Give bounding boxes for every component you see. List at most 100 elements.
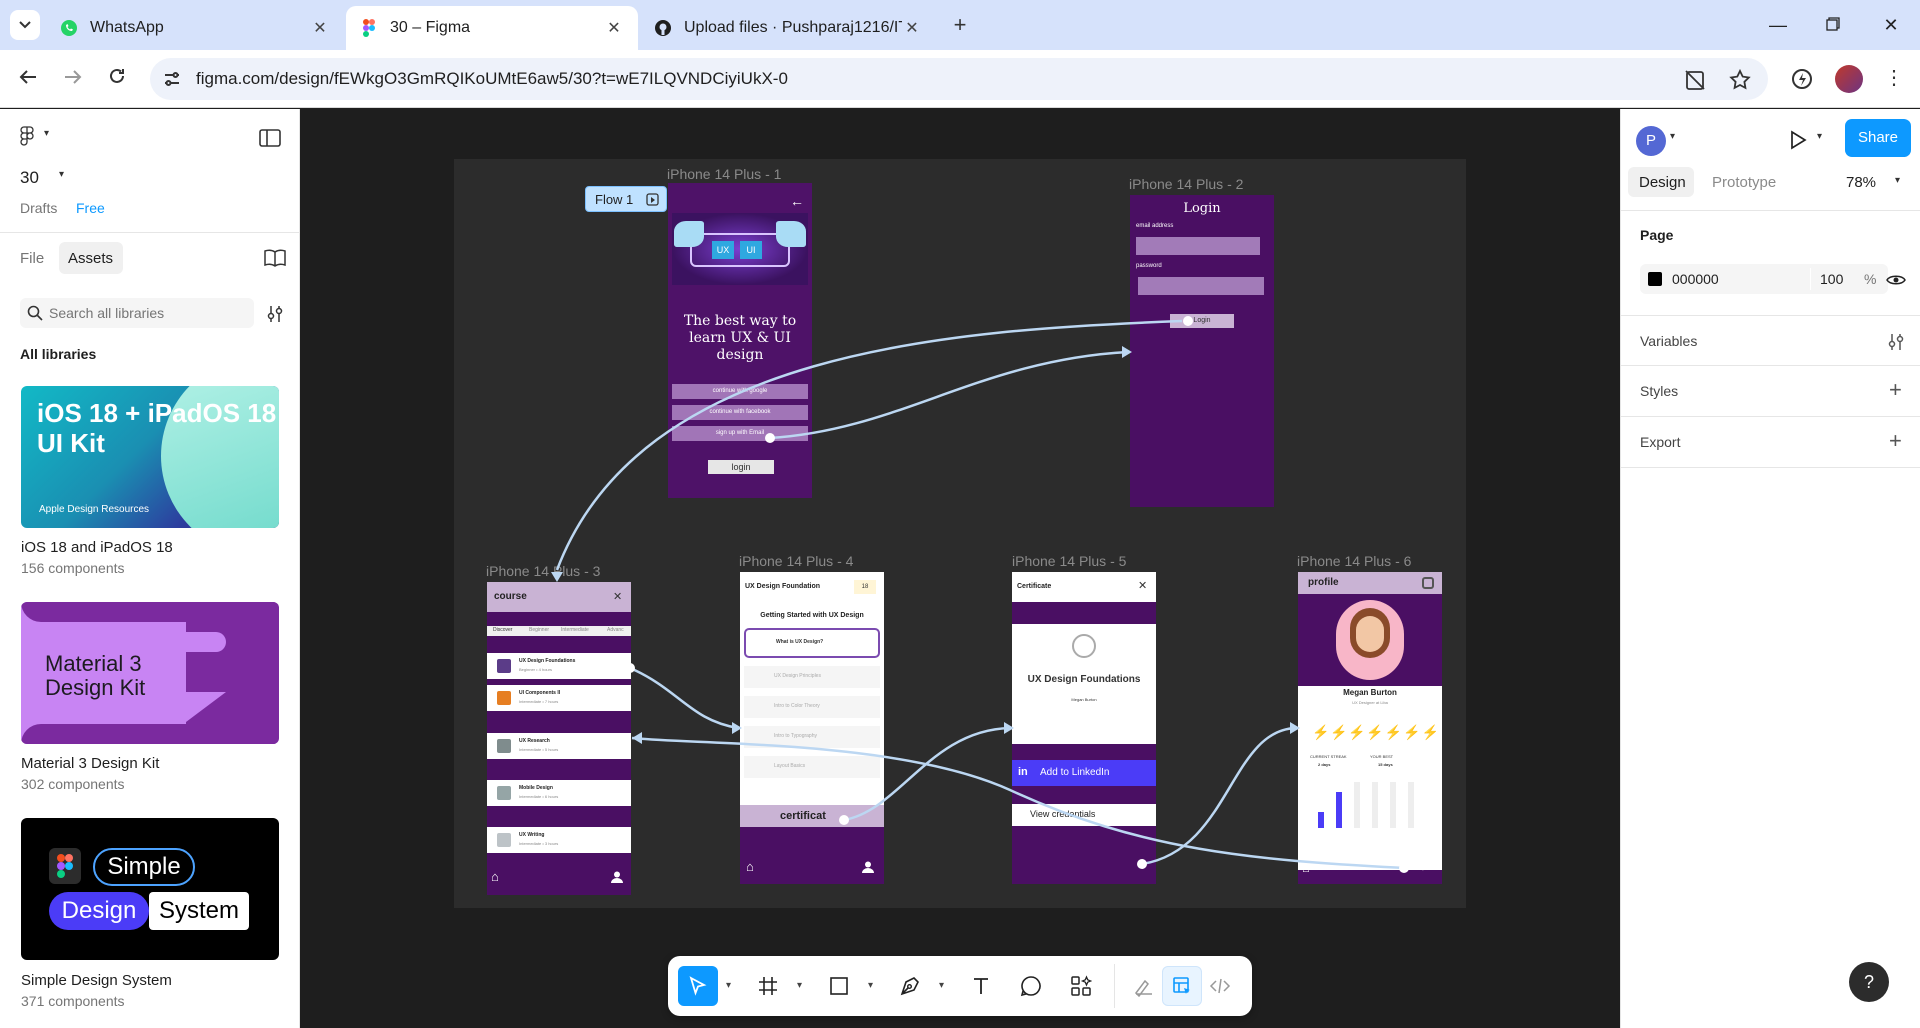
category-tab[interactable]: Discover: [493, 627, 512, 633]
course-item[interactable]: Mobile Design Intermediate • 6 hours: [487, 780, 631, 806]
tab-assets[interactable]: Assets: [59, 242, 123, 274]
tab-whatsapp[interactable]: WhatsApp ✕: [46, 6, 344, 50]
library-thumbnail-simple[interactable]: Simple Design System: [21, 818, 279, 960]
email-signup-button[interactable]: sign up with Email: [672, 426, 808, 441]
password-field[interactable]: [1138, 277, 1264, 295]
page-opacity-value[interactable]: 100: [1820, 271, 1843, 287]
chevron-down-icon[interactable]: ▾: [797, 980, 802, 991]
chevron-down-icon[interactable]: ▾: [726, 980, 731, 991]
course-item[interactable]: UX Writing Intermediate • 3 hours: [487, 827, 631, 853]
screen-login[interactable]: Login email address password Login: [1130, 195, 1274, 507]
user-icon[interactable]: [611, 871, 623, 883]
page-color-value[interactable]: 000000: [1672, 271, 1719, 287]
url-bar[interactable]: figma.com/design/fEWkgO3GmRQIKoUMtE6aw5/…: [150, 58, 1768, 100]
user-icon[interactable]: [862, 861, 874, 873]
back-arrow-icon[interactable]: ←: [1418, 858, 1432, 874]
plan-badge[interactable]: Free: [76, 200, 105, 216]
screen-certificate[interactable]: Certificate ✕ UX Design Foundations Mega…: [1012, 572, 1156, 884]
tab-github[interactable]: Upload files · Pushparaj1216/IT/ ✕: [640, 6, 936, 50]
lesson-item[interactable]: Layout Basics: [744, 756, 880, 778]
browser-menu-icon[interactable]: ⋮: [1884, 66, 1904, 90]
frame-tool-button[interactable]: [748, 966, 788, 1006]
page-color-field[interactable]: 000000 100 %: [1640, 264, 1888, 294]
google-button[interactable]: continue with google: [672, 384, 808, 399]
help-button[interactable]: ?: [1849, 962, 1889, 1002]
home-icon[interactable]: ⌂: [1302, 860, 1310, 875]
chevron-down-icon[interactable]: ▾: [1817, 131, 1822, 142]
certificate-button[interactable]: certificat: [740, 805, 884, 827]
dev-mode-button[interactable]: [1200, 966, 1240, 1006]
lesson-item[interactable]: UX Design Principles: [744, 666, 880, 688]
design-mode-button[interactable]: [1162, 966, 1202, 1006]
library-name[interactable]: Material 3 Design Kit: [21, 755, 159, 772]
home-icon[interactable]: ⌂: [746, 859, 754, 874]
login-button[interactable]: login: [708, 460, 774, 474]
category-tab[interactable]: Intermediate: [561, 627, 589, 633]
close-tab-icon[interactable]: ✕: [604, 18, 624, 38]
styles-label[interactable]: Styles: [1640, 383, 1678, 399]
new-tab-button[interactable]: +: [948, 12, 972, 38]
chevron-down-icon[interactable]: ▾: [59, 169, 64, 180]
color-swatch[interactable]: [1648, 272, 1662, 286]
frame-label[interactable]: iPhone 14 Plus - 1: [667, 166, 781, 182]
comment-tool-button[interactable]: [1011, 966, 1051, 1006]
lesson-item[interactable]: Intro to Color Theory: [744, 696, 880, 718]
minimize-button[interactable]: —: [1755, 10, 1801, 40]
tab-prototype[interactable]: Prototype: [1712, 174, 1776, 191]
no-tracking-icon[interactable]: [1683, 68, 1707, 92]
restore-button[interactable]: [1810, 10, 1856, 40]
email-field[interactable]: [1136, 237, 1260, 255]
reload-button[interactable]: [102, 64, 132, 94]
course-item[interactable]: UX Design Foundations Beginner • 4 hours: [487, 653, 631, 679]
eye-icon[interactable]: [1886, 273, 1906, 287]
zoom-level[interactable]: 78%: [1846, 174, 1876, 191]
profile-avatar[interactable]: [1835, 65, 1863, 93]
screen-profile[interactable]: profile Megan Burton UX Designer at Liba…: [1298, 572, 1442, 884]
linkedin-button[interactable]: in Add to LinkedIn: [1012, 760, 1156, 786]
login-submit-button[interactable]: Login: [1170, 314, 1234, 328]
user-avatar[interactable]: P: [1636, 126, 1666, 156]
lesson-item[interactable]: Intro to Typography: [744, 726, 880, 748]
frame-label[interactable]: iPhone 14 Plus - 6: [1297, 553, 1411, 569]
pen-tool-button[interactable]: [890, 966, 930, 1006]
frame-label[interactable]: iPhone 14 Plus - 2: [1129, 176, 1243, 192]
screen-welcome[interactable]: ← UX UI The best way to learn UX & UI de…: [668, 183, 812, 498]
close-tab-icon[interactable]: ✕: [902, 18, 922, 38]
settings-icon[interactable]: [1422, 577, 1434, 589]
move-tool-button[interactable]: [678, 966, 718, 1006]
frame-label[interactable]: iPhone 14 Plus - 4: [739, 553, 853, 569]
sidebar-toggle-icon[interactable]: [259, 129, 281, 147]
chevron-down-icon[interactable]: ▾: [868, 980, 873, 991]
close-icon[interactable]: ✕: [1138, 579, 1147, 592]
tab-design[interactable]: Design: [1628, 167, 1694, 197]
file-name[interactable]: 30: [20, 168, 39, 188]
variables-settings-icon[interactable]: [1887, 333, 1905, 351]
flow-starting-point[interactable]: Flow 1: [585, 186, 667, 212]
chevron-down-icon[interactable]: ▾: [1670, 131, 1675, 142]
text-tool-button[interactable]: [961, 966, 1001, 1006]
book-icon[interactable]: [264, 249, 286, 267]
close-tab-icon[interactable]: ✕: [310, 18, 330, 38]
bookmark-star-icon[interactable]: [1728, 68, 1752, 92]
close-icon[interactable]: ✕: [613, 590, 622, 603]
frame-label[interactable]: iPhone 14 Plus - 5: [1012, 553, 1126, 569]
present-play-icon[interactable]: [1789, 130, 1807, 150]
screen-course-detail[interactable]: UX Design Foundation 18 Getting Started …: [740, 572, 884, 884]
forward-button[interactable]: [58, 64, 88, 94]
credentials-button[interactable]: View credentials: [1012, 804, 1156, 826]
tab-file[interactable]: File: [20, 250, 44, 267]
facebook-button[interactable]: continue with facebook: [672, 405, 808, 420]
library-search-input[interactable]: Search all libraries: [20, 298, 254, 328]
variables-label[interactable]: Variables: [1640, 333, 1697, 349]
chevron-down-icon[interactable]: ▾: [1895, 175, 1900, 186]
course-item[interactable]: UI Components II Intermediate • 7 hours: [487, 685, 631, 711]
add-style-icon[interactable]: +: [1889, 377, 1902, 403]
tab-search-button[interactable]: [10, 10, 40, 40]
draw-mode-button[interactable]: [1124, 966, 1164, 1006]
back-button[interactable]: [13, 64, 43, 94]
main-menu-button[interactable]: ▾: [20, 126, 60, 148]
library-name[interactable]: Simple Design System: [21, 972, 172, 989]
close-window-button[interactable]: ✕: [1868, 10, 1914, 40]
site-settings-icon[interactable]: [162, 69, 182, 89]
course-item[interactable]: UX Research Intermediate • 5 hours: [487, 733, 631, 759]
